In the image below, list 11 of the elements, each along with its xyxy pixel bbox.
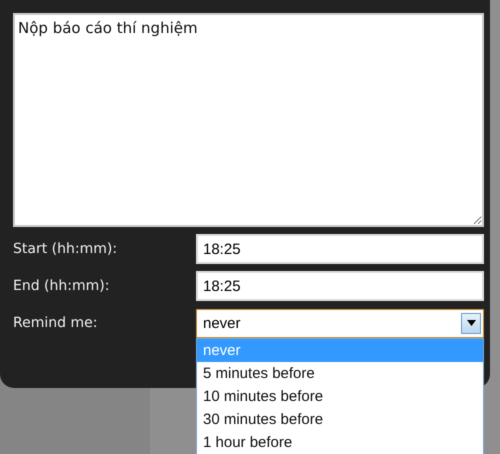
- dropdown-option[interactable]: 5 minutes before: [197, 362, 483, 384]
- dropdown-option[interactable]: 10 minutes before: [197, 384, 483, 408]
- remind-dropdown[interactable]: never: [196, 308, 484, 338]
- field-label: End (hh:mm):: [13, 278, 110, 294]
- field-label: Start (hh:mm):: [13, 241, 118, 257]
- time-field[interactable]: 18:25: [196, 234, 484, 264]
- dropdown-option[interactable]: 30 minutes before: [197, 408, 483, 430]
- time-field[interactable]: 18:25: [196, 271, 484, 301]
- dropdown-option[interactable]: 1 hour before: [197, 430, 483, 454]
- note-field[interactable]: Nộp báo cáo thí nghiệm: [13, 13, 484, 227]
- field-label: Remind me:: [13, 315, 98, 331]
